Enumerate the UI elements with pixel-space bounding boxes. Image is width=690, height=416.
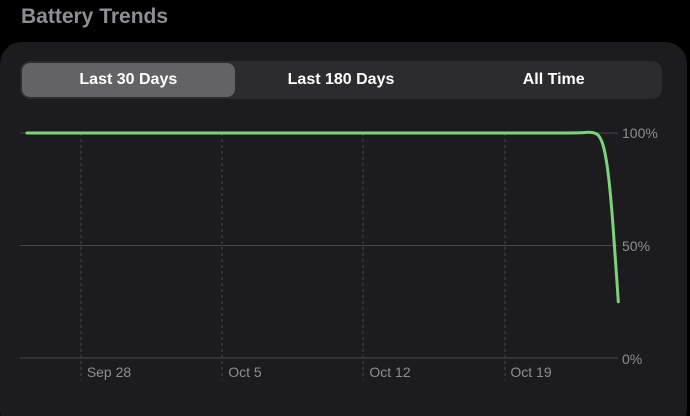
y-tick-label: 50%: [622, 238, 650, 254]
x-tick-label: Oct 12: [369, 364, 410, 380]
y-tick-label: 100%: [622, 125, 658, 141]
battery-trends-page: Battery Trends Last 30 Days Last 180 Day…: [0, 0, 690, 416]
x-tick-label: Sep 28: [87, 364, 132, 380]
battery-level-line: [25, 130, 620, 304]
x-tick-label: Oct 19: [510, 364, 551, 380]
y-tick-label: 0%: [622, 351, 642, 367]
x-tick-label: Oct 5: [228, 364, 262, 380]
battery-level-chart: Sep 28 Oct 5 Oct 12 Oct 19 100% 50% 0%: [20, 125, 658, 380]
